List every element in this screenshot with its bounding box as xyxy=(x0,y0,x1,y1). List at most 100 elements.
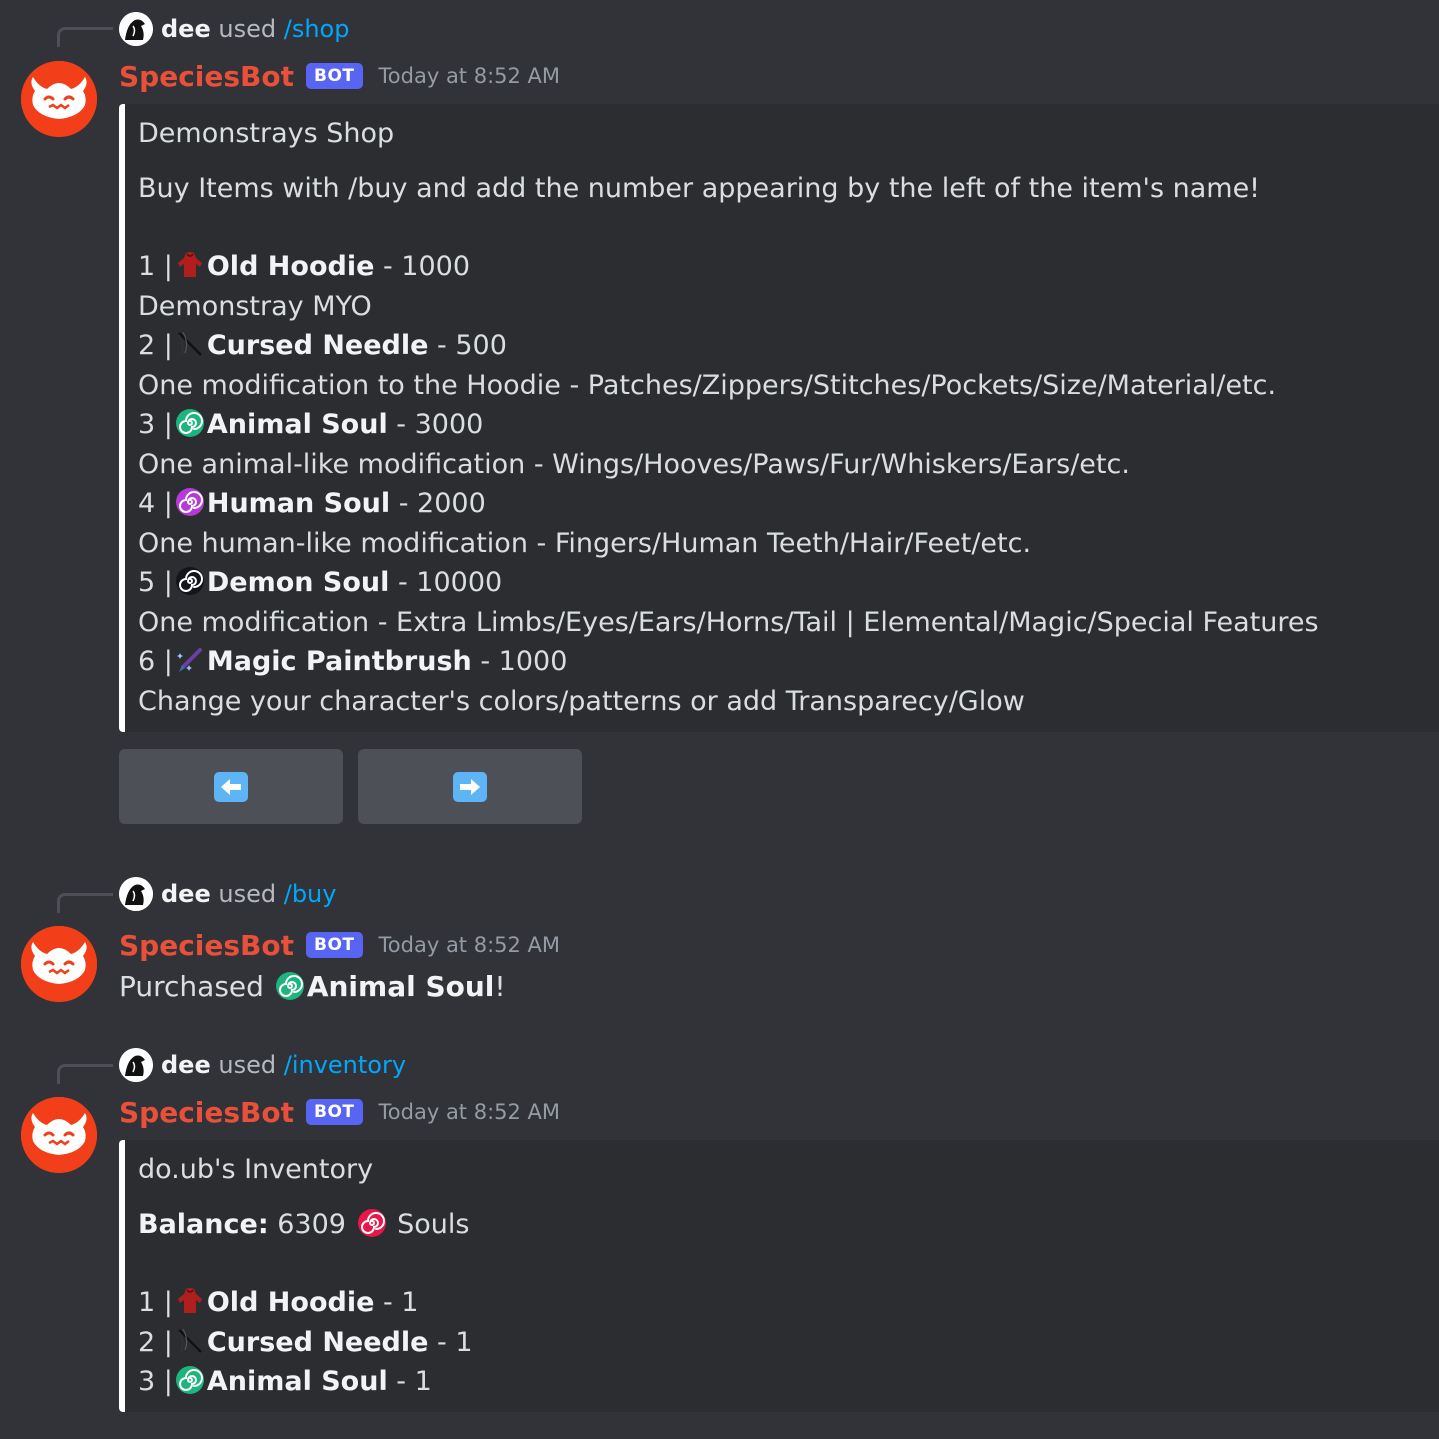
bot-tag: BOT xyxy=(306,932,363,958)
item-number: 6 | xyxy=(138,646,173,677)
item-number: 2 | xyxy=(138,330,173,361)
item-name: Old Hoodie xyxy=(206,251,375,282)
item-price: - 3000 xyxy=(387,409,484,440)
balance-value: 6309 xyxy=(268,1209,355,1240)
reply-command[interactable]: /inventory xyxy=(284,1051,406,1079)
item-name: Cursed Needle xyxy=(206,1326,429,1358)
reply-context[interactable]: dee used /shop xyxy=(161,12,349,46)
author-name[interactable]: SpeciesBot xyxy=(119,929,294,962)
purchase-suffix: ! xyxy=(494,970,506,1003)
timestamp[interactable]: Today at 8:52 AM xyxy=(379,933,561,957)
list-item: 1 | Old Hoodie - 1000 xyxy=(138,247,1319,287)
item-name: Animal Soul xyxy=(206,409,388,440)
next-page-button[interactable] xyxy=(358,749,582,824)
shop-item-list: 1 | Old Hoodie - 1000 Demonstray MYO 2 | C… xyxy=(138,247,1319,721)
item-price: - 500 xyxy=(428,330,507,361)
item-price: - 1000 xyxy=(374,251,471,282)
author-name[interactable]: SpeciesBot xyxy=(119,1096,294,1129)
item-name: Cursed Needle xyxy=(206,330,429,361)
bot-avatar[interactable] xyxy=(21,926,97,1002)
list-item: 3 | Animal Soul - 1 xyxy=(138,1362,473,1402)
hoodie-icon xyxy=(175,1286,205,1316)
balance-unit: Souls xyxy=(388,1209,470,1240)
list-item: 2 | Cursed Needle - 500 xyxy=(138,326,1319,366)
list-item: 1 | Old Hoodie - 1 xyxy=(138,1283,473,1323)
list-item: 2 | Cursed Needle - 1 xyxy=(138,1323,473,1363)
item-price: - 10000 xyxy=(389,567,503,598)
item-quantity: - 1 xyxy=(374,1287,419,1318)
message-header: SpeciesBot BOT Today at 8:52 AM xyxy=(119,1092,560,1132)
list-item: 6 | Magic Paintbrush - 1000 xyxy=(138,642,1319,682)
reply-command[interactable]: /buy xyxy=(284,880,337,908)
embed-title: do.ub's Inventory xyxy=(138,1154,374,1185)
reply-username[interactable]: dee xyxy=(161,1051,211,1079)
reply-connector xyxy=(57,27,113,47)
item-price: - 2000 xyxy=(390,488,486,519)
inventory-item-list: 1 | Old Hoodie - 1 2 | Cursed Needle - 1 3… xyxy=(138,1283,473,1402)
list-item: 4 | Human Soul - 2000 xyxy=(138,484,1319,524)
item-number: 4 | xyxy=(138,488,173,519)
list-item: 5 | Demon Soul - 10000 xyxy=(138,563,1319,603)
item-description: Change your character's colors/patterns … xyxy=(138,685,1025,717)
item-number: 1 | xyxy=(138,1287,173,1318)
animal-soul-icon xyxy=(175,1365,205,1395)
embed-description: Buy Items with /buy and add the number a… xyxy=(138,173,1261,204)
bot-avatar[interactable] xyxy=(21,61,97,137)
animal-soul-icon xyxy=(175,408,205,438)
item-number: 3 | xyxy=(138,1366,173,1397)
purchase-prefix: Purchased xyxy=(119,970,273,1003)
arrow-left-icon xyxy=(214,771,248,802)
needle-icon xyxy=(175,1326,205,1356)
shop-embed: Demonstrays Shop Buy Items with /buy and… xyxy=(119,104,1439,732)
reply-command[interactable]: /shop xyxy=(284,15,350,43)
reply-avatar[interactable] xyxy=(119,12,153,46)
message-content: Purchased Animal Soul! xyxy=(119,970,506,1003)
paintbrush-icon xyxy=(175,645,205,675)
item-description: One modification to the Hoodie - Patches… xyxy=(138,369,1277,401)
message-header: SpeciesBot BOT Today at 8:52 AM xyxy=(119,925,560,965)
item-description: One modification - Extra Limbs/Eyes/Ears… xyxy=(138,606,1319,638)
item-name: Demon Soul xyxy=(206,567,390,598)
timestamp[interactable]: Today at 8:52 AM xyxy=(379,1100,561,1124)
embed-title: Demonstrays Shop xyxy=(138,118,395,149)
reply-used-label: used xyxy=(218,880,277,908)
item-number: 2 | xyxy=(138,1326,173,1358)
inventory-embed: do.ub's Inventory Balance: 6309 Souls 1 … xyxy=(119,1140,1439,1412)
item-description: One human-like modification - Fingers/Hu… xyxy=(138,527,1032,559)
reply-context[interactable]: dee used /buy xyxy=(161,877,336,911)
bot-tag: BOT xyxy=(306,1099,363,1125)
item-price: - 1000 xyxy=(471,646,568,677)
reply-used-label: used xyxy=(218,15,277,43)
reply-avatar[interactable] xyxy=(119,877,153,911)
human-soul-icon xyxy=(175,487,205,517)
bot-tag: BOT xyxy=(306,63,363,89)
needle-icon xyxy=(175,329,205,359)
arrow-right-icon xyxy=(453,771,487,802)
item-number: 5 | xyxy=(138,567,173,598)
hoodie-icon xyxy=(175,250,205,280)
reply-username[interactable]: dee xyxy=(161,880,211,908)
author-name[interactable]: SpeciesBot xyxy=(119,60,294,93)
reply-context[interactable]: dee used /inventory xyxy=(161,1048,406,1082)
bot-avatar[interactable] xyxy=(21,1097,97,1173)
item-name: Human Soul xyxy=(206,488,391,519)
reply-connector xyxy=(57,1064,113,1084)
reply-username[interactable]: dee xyxy=(161,15,211,43)
reply-avatar[interactable] xyxy=(119,1048,153,1082)
item-number: 3 | xyxy=(138,409,173,440)
reply-connector xyxy=(57,893,113,913)
souls-currency-icon xyxy=(357,1208,387,1238)
item-name: Animal Soul xyxy=(206,1366,388,1397)
item-quantity: - 1 xyxy=(387,1366,432,1397)
previous-page-button[interactable] xyxy=(119,749,343,824)
animal-soul-icon xyxy=(275,971,305,1001)
item-description: One animal-like modification - Wings/Hoo… xyxy=(138,448,1130,480)
balance-line: Balance: 6309 Souls xyxy=(138,1205,469,1245)
purchased-item: Animal Soul xyxy=(306,970,495,1003)
balance-label: Balance: xyxy=(138,1209,269,1240)
item-name: Old Hoodie xyxy=(206,1287,375,1318)
item-number: 1 | xyxy=(138,251,173,282)
list-item: 3 | Animal Soul - 3000 xyxy=(138,405,1319,445)
timestamp[interactable]: Today at 8:52 AM xyxy=(379,64,561,88)
item-quantity: - 1 xyxy=(428,1326,473,1358)
